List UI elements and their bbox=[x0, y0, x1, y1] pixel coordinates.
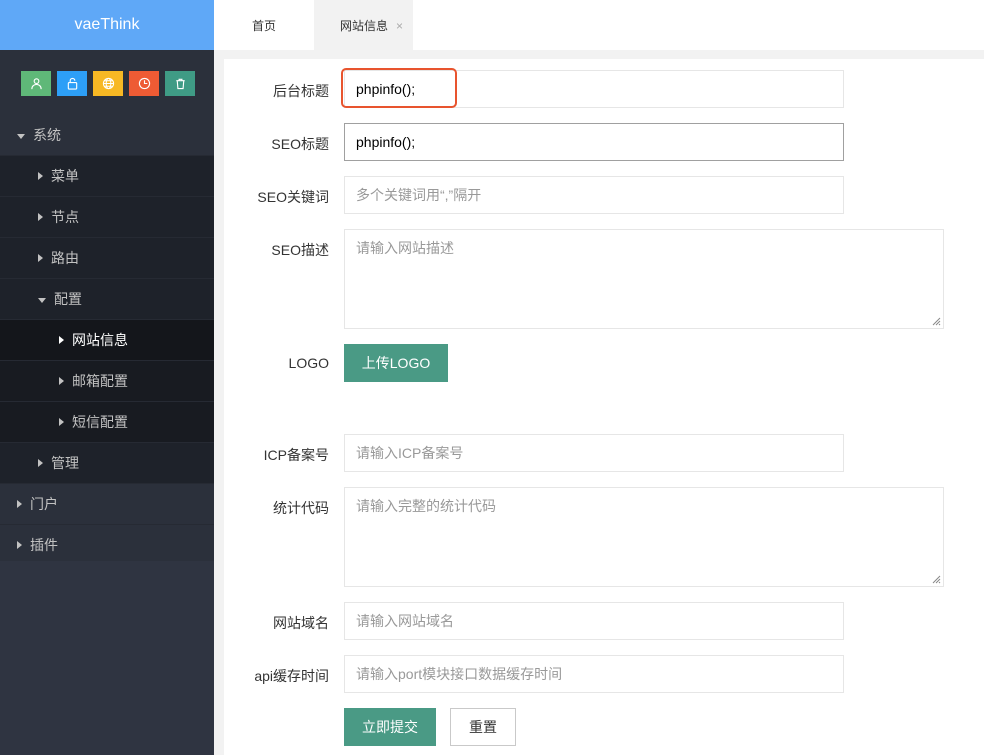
caret-right-icon bbox=[38, 254, 43, 262]
seo-desc-label: SEO描述 bbox=[271, 242, 329, 258]
upload-logo-button[interactable]: 上传LOGO bbox=[344, 344, 448, 382]
nav-mail-config[interactable]: 邮箱配置 bbox=[0, 361, 214, 402]
nav-sms-config[interactable]: 短信配置 bbox=[0, 402, 214, 443]
caret-right-icon bbox=[17, 500, 22, 508]
seo-keywords-label: SEO关键词 bbox=[257, 189, 329, 205]
nav-system-label: 系统 bbox=[33, 127, 61, 143]
caret-right-icon bbox=[38, 459, 43, 467]
domain-input[interactable]: 请输入网站域名 bbox=[344, 602, 844, 640]
lock-icon[interactable] bbox=[57, 71, 87, 96]
caret-right-icon bbox=[59, 336, 64, 344]
nav-portal-label: 门户 bbox=[30, 496, 58, 512]
stats-code-textarea[interactable]: 请输入完整的统计代码 bbox=[344, 487, 944, 587]
domain-label: 网站域名 bbox=[273, 615, 329, 631]
icp-input[interactable]: 请输入ICP备案号 bbox=[344, 434, 844, 472]
stats-code-label: 统计代码 bbox=[273, 500, 329, 516]
caret-right-icon bbox=[17, 541, 22, 549]
caret-down-icon bbox=[38, 297, 46, 303]
nav-route-label: 路由 bbox=[51, 250, 79, 266]
nav-node-label: 节点 bbox=[51, 209, 79, 225]
highlight-box bbox=[341, 68, 457, 108]
caret-right-icon bbox=[59, 418, 64, 426]
nav-mail-config-label: 邮箱配置 bbox=[72, 373, 128, 389]
submit-button[interactable]: 立即提交 bbox=[344, 708, 436, 746]
nav-sms-config-label: 短信配置 bbox=[72, 414, 128, 430]
tab-home[interactable]: 首页 bbox=[214, 0, 314, 50]
seo-keywords-input[interactable]: 多个关键词用“,”隔开 bbox=[344, 176, 844, 214]
sidebar: vaeThink 系统 菜单 节点 路由 配置 网站信息 邮箱配置 短信配置 管… bbox=[0, 0, 214, 755]
sidebar-filler bbox=[0, 561, 214, 755]
tab-site-info-label: 网站信息 bbox=[340, 19, 389, 33]
nav-menu-label: 菜单 bbox=[51, 168, 79, 184]
tab-site-info[interactable]: 网站信息 × bbox=[314, 0, 413, 50]
close-icon[interactable]: × bbox=[396, 0, 403, 52]
caret-right-icon bbox=[38, 172, 43, 180]
logo-label: LOGO bbox=[288, 355, 329, 371]
reset-button[interactable]: 重置 bbox=[450, 708, 516, 746]
content-top-strip bbox=[214, 50, 984, 59]
nav-system[interactable]: 系统 bbox=[0, 115, 214, 156]
nav-menu[interactable]: 菜单 bbox=[0, 156, 214, 197]
nav-manage-label: 管理 bbox=[51, 455, 79, 471]
backend-title-label: 后台标题 bbox=[273, 83, 329, 99]
nav-config-label: 配置 bbox=[54, 291, 82, 307]
api-cache-input[interactable]: 请输入port模块接口数据缓存时间 bbox=[344, 655, 844, 693]
content-gutter bbox=[214, 50, 224, 755]
nav-route[interactable]: 路由 bbox=[0, 238, 214, 279]
caret-right-icon bbox=[59, 377, 64, 385]
caret-down-icon bbox=[17, 133, 25, 139]
nav-site-info-label: 网站信息 bbox=[72, 332, 128, 348]
tab-bar: 首页 网站信息 × bbox=[214, 0, 984, 50]
clock-icon[interactable] bbox=[129, 71, 159, 96]
user-icon[interactable] bbox=[21, 71, 51, 96]
caret-right-icon bbox=[38, 213, 43, 221]
resize-grip-icon[interactable] bbox=[931, 574, 941, 584]
nav-manage[interactable]: 管理 bbox=[0, 443, 214, 484]
nav-config[interactable]: 配置 bbox=[0, 279, 214, 320]
seo-desc-textarea[interactable]: 请输入网站描述 bbox=[344, 229, 944, 329]
api-cache-label: api缓存时间 bbox=[254, 668, 329, 684]
nav-portal[interactable]: 门户 bbox=[0, 484, 214, 525]
quick-actions bbox=[0, 50, 214, 115]
nav-plugins-label: 插件 bbox=[30, 537, 58, 553]
app-logo[interactable]: vaeThink bbox=[0, 0, 214, 50]
nav-node[interactable]: 节点 bbox=[0, 197, 214, 238]
globe-icon[interactable] bbox=[93, 71, 123, 96]
icp-label: ICP备案号 bbox=[263, 447, 329, 463]
seo-desc-placeholder: 请输入网站描述 bbox=[356, 240, 454, 256]
nav-plugins[interactable]: 插件 bbox=[0, 525, 214, 566]
trash-icon[interactable] bbox=[165, 71, 195, 96]
seo-title-input[interactable]: phpinfo(); bbox=[344, 123, 844, 161]
resize-grip-icon[interactable] bbox=[931, 316, 941, 326]
nav-site-info[interactable]: 网站信息 bbox=[0, 320, 214, 361]
stats-code-placeholder: 请输入完整的统计代码 bbox=[356, 498, 496, 514]
seo-title-label: SEO标题 bbox=[271, 136, 329, 152]
